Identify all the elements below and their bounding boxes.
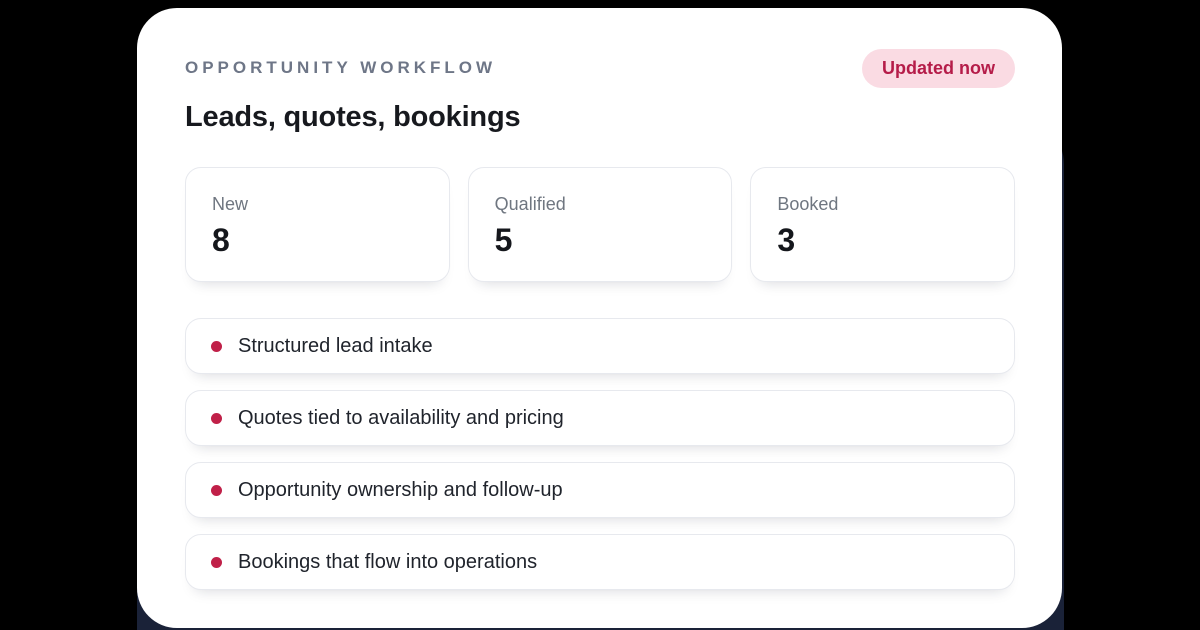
stage: OPPORTUNITY WORKFLOW Updated now Leads, … bbox=[0, 0, 1200, 630]
feature-row-bookings-operations: Bookings that flow into operations bbox=[185, 534, 1015, 590]
stat-value: 3 bbox=[777, 223, 990, 258]
feature-label: Quotes tied to availability and pricing bbox=[238, 407, 564, 430]
stat-value: 5 bbox=[495, 223, 708, 258]
bullet-dot-icon bbox=[211, 413, 222, 424]
feature-label: Structured lead intake bbox=[238, 335, 433, 358]
feature-row-quotes-availability-pricing: Quotes tied to availability and pricing bbox=[185, 390, 1015, 446]
updated-now-badge: Updated now bbox=[862, 49, 1015, 88]
bullet-dot-icon bbox=[211, 485, 222, 496]
feature-label: Opportunity ownership and follow-up bbox=[238, 479, 563, 502]
stat-card-booked: Booked 3 bbox=[750, 167, 1015, 282]
feature-label: Bookings that flow into operations bbox=[238, 551, 537, 574]
bullet-dot-icon bbox=[211, 341, 222, 352]
feature-row-opportunity-ownership: Opportunity ownership and follow-up bbox=[185, 462, 1015, 518]
feature-row-structured-lead-intake: Structured lead intake bbox=[185, 318, 1015, 374]
eyebrow-label: OPPORTUNITY WORKFLOW bbox=[185, 58, 496, 78]
stat-card-qualified: Qualified 5 bbox=[468, 167, 733, 282]
card-header: OPPORTUNITY WORKFLOW Updated now bbox=[185, 48, 1015, 88]
stat-card-new: New 8 bbox=[185, 167, 450, 282]
feature-list: Structured lead intake Quotes tied to av… bbox=[185, 318, 1015, 590]
opportunity-workflow-card: OPPORTUNITY WORKFLOW Updated now Leads, … bbox=[137, 8, 1062, 628]
bullet-dot-icon bbox=[211, 557, 222, 568]
stat-value: 8 bbox=[212, 223, 425, 258]
stat-label: Qualified bbox=[495, 194, 708, 216]
stats-row: New 8 Qualified 5 Booked 3 bbox=[185, 167, 1015, 282]
card-title: Leads, quotes, bookings bbox=[185, 100, 1015, 134]
stat-label: Booked bbox=[777, 194, 990, 216]
stat-label: New bbox=[212, 194, 425, 216]
